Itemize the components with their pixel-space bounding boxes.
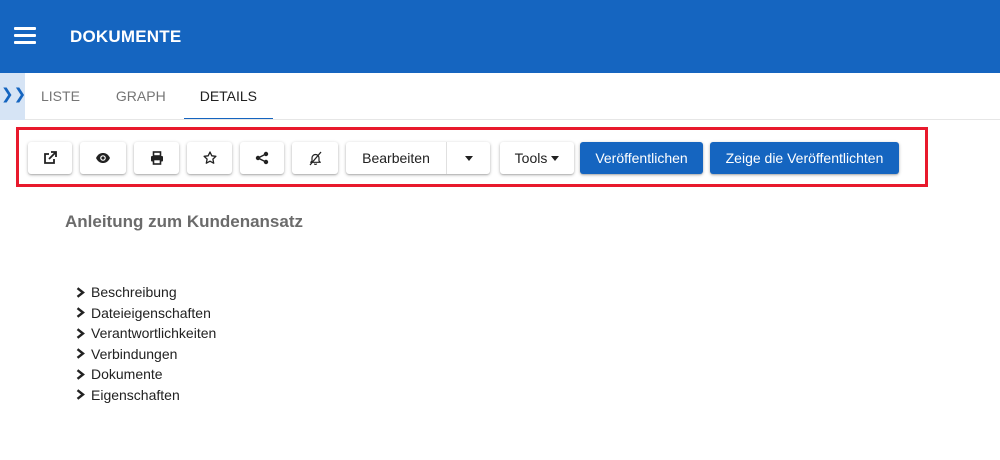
chevron-right-icon	[76, 328, 85, 339]
print-button[interactable]	[134, 142, 179, 174]
expand-sidebar-icon[interactable]: ❯❯	[0, 73, 26, 120]
bell-slash-icon	[309, 151, 321, 165]
section-eigenschaften[interactable]: Eigenschaften	[76, 385, 216, 406]
document-title: Anleitung zum Kundenansatz	[65, 212, 303, 231]
external-link-icon	[44, 151, 57, 164]
mute-notifications-button[interactable]	[292, 142, 338, 174]
chevron-right-icon	[76, 369, 85, 380]
chevron-right-icon	[76, 389, 85, 400]
section-label: Verbindungen	[91, 345, 178, 362]
edit-button[interactable]: Bearbeiten	[346, 142, 446, 174]
app-header: DOKUMENTE	[0, 0, 1000, 73]
tools-label: Tools	[514, 150, 548, 166]
section-verbindungen[interactable]: Verbindungen	[76, 344, 216, 365]
open-in-new-window-button[interactable]	[28, 142, 72, 174]
star-icon	[202, 151, 217, 164]
chevron-right-icon	[76, 348, 85, 359]
chevron-down-icon	[551, 155, 560, 161]
edit-dropdown-toggle[interactable]	[447, 142, 490, 174]
section-dokumente[interactable]: Dokumente	[76, 364, 216, 385]
preview-button[interactable]	[80, 142, 126, 174]
edit-split-button: Bearbeiten	[346, 142, 490, 174]
hamburger-menu-icon[interactable]	[14, 27, 36, 45]
section-label: Beschreibung	[91, 284, 177, 301]
publish-button[interactable]: Veröffentlichen	[580, 142, 703, 174]
app-title: DOKUMENTE	[70, 27, 182, 46]
chevron-right-icon	[76, 307, 85, 318]
chevron-down-icon	[464, 155, 473, 161]
section-dateieigenschaften[interactable]: Dateieigenschaften	[76, 303, 216, 324]
share-icon	[255, 151, 269, 165]
tab-details[interactable]: DETAILS	[183, 73, 274, 120]
tab-divider	[25, 119, 1000, 120]
section-verantwortlichkeiten[interactable]: Verantwortlichkeiten	[76, 323, 216, 344]
show-published-button[interactable]: Zeige die Veröffentlichten	[710, 142, 899, 174]
favorite-button[interactable]	[187, 142, 232, 174]
chevron-right-icon	[76, 287, 85, 298]
tab-graph[interactable]: GRAPH	[96, 73, 184, 120]
print-icon	[150, 151, 163, 165]
document-sections: Beschreibung Dateieigenschaften Verantwo…	[76, 282, 216, 405]
section-beschreibung[interactable]: Beschreibung	[76, 282, 216, 303]
tab-liste[interactable]: LISTE	[25, 73, 96, 120]
share-button[interactable]	[240, 142, 284, 174]
tab-bar: LISTE GRAPH DETAILS	[25, 73, 274, 120]
section-label: Eigenschaften	[91, 386, 180, 403]
tools-dropdown-button[interactable]: Tools	[500, 142, 574, 174]
section-label: Dateieigenschaften	[91, 304, 211, 321]
section-label: Dokumente	[91, 366, 163, 383]
eye-icon	[96, 153, 110, 163]
section-label: Verantwortlichkeiten	[91, 325, 217, 342]
